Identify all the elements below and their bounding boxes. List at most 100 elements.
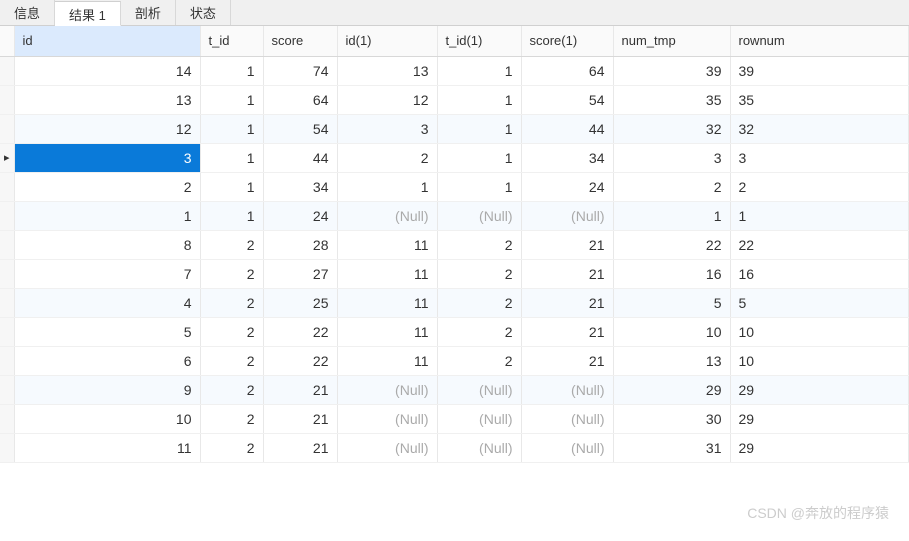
cell[interactable]: 21 <box>263 375 337 404</box>
cell[interactable]: 21 <box>521 230 613 259</box>
cell[interactable]: 11 <box>337 317 437 346</box>
cell[interactable]: 1 <box>437 172 521 201</box>
cell[interactable]: (Null) <box>437 201 521 230</box>
cell[interactable]: 12 <box>14 114 200 143</box>
cell[interactable]: 24 <box>521 172 613 201</box>
table-row[interactable]: 42251122155 <box>0 288 909 317</box>
cell[interactable]: 11 <box>337 288 437 317</box>
cell[interactable]: 34 <box>521 143 613 172</box>
cell[interactable]: (Null) <box>437 404 521 433</box>
col-header-t_id[interactable]: t_id <box>200 26 263 56</box>
cell[interactable]: 2 <box>200 433 263 462</box>
cell[interactable]: 3 <box>14 143 200 172</box>
cell[interactable]: 1 <box>437 85 521 114</box>
cell[interactable]: 25 <box>263 288 337 317</box>
cell[interactable]: 35 <box>730 85 909 114</box>
cell[interactable]: 5 <box>14 317 200 346</box>
col-header-id[interactable]: id <box>14 26 200 56</box>
cell[interactable]: 34 <box>263 172 337 201</box>
cell[interactable]: 8 <box>14 230 200 259</box>
cell[interactable]: (Null) <box>337 201 437 230</box>
cell[interactable]: 11 <box>14 433 200 462</box>
cell[interactable]: 2 <box>200 375 263 404</box>
cell[interactable]: 1 <box>730 201 909 230</box>
cell[interactable]: 21 <box>263 433 337 462</box>
cell[interactable]: (Null) <box>337 375 437 404</box>
cell[interactable]: 22 <box>263 346 337 375</box>
col-header-score[interactable]: score <box>263 26 337 56</box>
cell[interactable]: 9 <box>14 375 200 404</box>
row-marker[interactable] <box>0 259 14 288</box>
cell[interactable]: 13 <box>613 346 730 375</box>
cell[interactable]: 1 <box>200 114 263 143</box>
cell[interactable]: 21 <box>263 404 337 433</box>
cell[interactable]: 32 <box>613 114 730 143</box>
row-marker[interactable] <box>0 404 14 433</box>
cell[interactable]: (Null) <box>337 404 437 433</box>
cell[interactable]: 2 <box>200 259 263 288</box>
cell[interactable]: 21 <box>521 346 613 375</box>
cell[interactable]: 1 <box>200 143 263 172</box>
cell[interactable]: 10 <box>730 317 909 346</box>
cell[interactable]: 29 <box>613 375 730 404</box>
cell[interactable]: 28 <box>263 230 337 259</box>
cell[interactable]: 54 <box>263 114 337 143</box>
table-row[interactable]: 2134112422 <box>0 172 909 201</box>
cell[interactable]: 74 <box>263 56 337 85</box>
cell[interactable]: 2 <box>730 172 909 201</box>
cell[interactable]: 31 <box>613 433 730 462</box>
cell[interactable]: 2 <box>200 404 263 433</box>
table-row[interactable]: 13164121543535 <box>0 85 909 114</box>
cell[interactable]: 10 <box>613 317 730 346</box>
cell[interactable]: 2 <box>437 230 521 259</box>
cell[interactable]: 22 <box>613 230 730 259</box>
cell[interactable]: (Null) <box>521 375 613 404</box>
cell[interactable]: 12 <box>337 85 437 114</box>
table-row[interactable]: 10221(Null)(Null)(Null)3029 <box>0 404 909 433</box>
cell[interactable]: 29 <box>730 433 909 462</box>
table-row[interactable]: 1124(Null)(Null)(Null)11 <box>0 201 909 230</box>
col-header-t_id1[interactable]: t_id(1) <box>437 26 521 56</box>
cell[interactable]: 2 <box>437 288 521 317</box>
row-marker[interactable] <box>0 201 14 230</box>
cell[interactable]: (Null) <box>521 404 613 433</box>
table-row[interactable]: 8228112212222 <box>0 230 909 259</box>
cell[interactable]: 29 <box>730 375 909 404</box>
row-marker[interactable] <box>0 375 14 404</box>
cell[interactable]: 35 <box>613 85 730 114</box>
row-marker[interactable] <box>0 56 14 85</box>
cell[interactable]: 1 <box>200 56 263 85</box>
cell[interactable]: 4 <box>14 288 200 317</box>
cell[interactable]: 39 <box>613 56 730 85</box>
cell[interactable]: 10 <box>730 346 909 375</box>
col-header-num_tmp[interactable]: num_tmp <box>613 26 730 56</box>
cell[interactable]: 1 <box>200 85 263 114</box>
tab-0[interactable]: 信息 <box>0 0 55 25</box>
cell[interactable]: 11 <box>337 230 437 259</box>
cell[interactable]: 11 <box>337 346 437 375</box>
cell[interactable]: 2 <box>200 346 263 375</box>
cell[interactable]: 21 <box>521 288 613 317</box>
cell[interactable]: 24 <box>263 201 337 230</box>
cell[interactable]: 44 <box>521 114 613 143</box>
cell[interactable]: 27 <box>263 259 337 288</box>
cell[interactable]: 32 <box>730 114 909 143</box>
cell[interactable]: (Null) <box>437 433 521 462</box>
table-row[interactable]: 5222112211010 <box>0 317 909 346</box>
cell[interactable]: 2 <box>613 172 730 201</box>
row-marker[interactable] <box>0 172 14 201</box>
cell[interactable]: 1 <box>14 201 200 230</box>
cell[interactable]: (Null) <box>521 201 613 230</box>
table-row[interactable]: 14174131643939 <box>0 56 909 85</box>
cell[interactable]: 64 <box>521 56 613 85</box>
cell[interactable]: 54 <box>521 85 613 114</box>
table-row[interactable]: 1215431443232 <box>0 114 909 143</box>
col-header-score1[interactable]: score(1) <box>521 26 613 56</box>
cell[interactable]: 5 <box>613 288 730 317</box>
row-marker[interactable] <box>0 317 14 346</box>
cell[interactable]: 44 <box>263 143 337 172</box>
cell[interactable]: 13 <box>14 85 200 114</box>
cell[interactable]: 22 <box>263 317 337 346</box>
cell[interactable]: (Null) <box>337 433 437 462</box>
table-row[interactable]: 6222112211310 <box>0 346 909 375</box>
